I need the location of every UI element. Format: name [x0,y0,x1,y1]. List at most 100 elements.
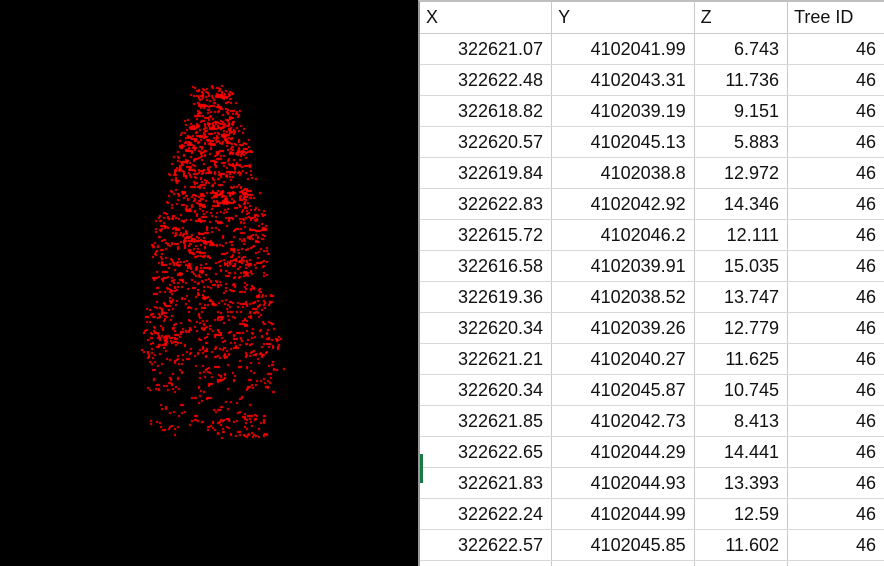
cell-x[interactable]: 322622.57 [420,529,553,561]
cell-x[interactable]: 322621.83 [420,467,553,499]
table-row[interactable]: 322615.72 4102046.2 12.111 46 [420,219,884,251]
cell-treeid[interactable]: 46 [787,157,884,189]
cell-z[interactable]: 9.151 [694,95,789,127]
cell-y[interactable]: 4102044.99 [551,498,695,530]
cell-x[interactable]: 322620.34 [420,374,553,406]
cell-z[interactable]: 11.625 [694,343,789,375]
table-row[interactable]: 322622.57 4102045.85 11.602 46 [420,529,884,561]
cell-x[interactable]: 322621.07 [420,33,553,65]
cell-x[interactable]: 322622.83 [420,188,553,220]
table-row[interactable]: 322621.85 4102042.73 8.413 46 [420,405,884,437]
cell-z[interactable]: 12.59 [694,498,789,530]
cell-treeid[interactable]: 46 [787,188,884,220]
cell-x[interactable]: 322616.58 [420,250,553,282]
cell-z[interactable]: 12.972 [694,157,789,189]
attribute-table[interactable]: X Y Z Tree ID 322621.07 4102041.99 6.743 46… [420,2,884,566]
cell-z[interactable]: 10.745 [694,374,789,406]
cell-y[interactable]: 4102042.92 [551,188,695,220]
cell-y[interactable]: 4102045.13 [551,126,695,158]
cell-y[interactable]: 4102040.06 [551,560,695,566]
cell-y[interactable]: 4102041.99 [551,33,695,65]
cell-y[interactable]: 4102042.73 [551,405,695,437]
cell-y[interactable]: 4102044.29 [551,436,695,468]
cell-treeid[interactable]: 46 [787,126,884,158]
row-selection-indicator [420,454,423,483]
cell-y[interactable]: 4102040.27 [551,343,695,375]
cell-x[interactable]: 322618.82 [420,95,553,127]
cell-z[interactable]: 13.747 [694,281,789,313]
cell-y[interactable]: 4102039.91 [551,250,695,282]
column-header-x[interactable]: X [420,2,553,34]
table-row[interactable]: 322619.36 4102038.52 13.747 46 [420,281,884,313]
cell-z[interactable]: 14.346 [694,188,789,220]
cell-treeid[interactable]: 46 [787,498,884,530]
cell-treeid[interactable]: 46 [787,529,884,561]
cell-y[interactable]: 4102046.2 [551,219,695,251]
cell-x[interactable]: 322622.65 [420,436,553,468]
cell-x[interactable]: 322621.85 [420,405,553,437]
point-cloud-canvas[interactable] [0,0,418,566]
cell-treeid[interactable]: 46 [787,374,884,406]
cell-y[interactable]: 4102039.19 [551,95,695,127]
cell-treeid[interactable]: 46 [787,33,884,65]
table-row[interactable]: 322619.84 4102038.8 12.972 46 [420,157,884,189]
cell-x[interactable]: 322621.21 [420,343,553,375]
cell-y[interactable]: 4102043.31 [551,64,695,96]
table-row[interactable]: 322618.82 4102039.19 9.151 46 [420,95,884,127]
column-header-z[interactable]: Z [694,2,789,34]
cell-x[interactable]: 322620.57 [420,126,553,158]
table-row[interactable]: 322622.48 4102043.31 11.736 46 [420,64,884,96]
cell-z[interactable]: 15.539 [694,560,789,566]
cell-y[interactable]: 4102039.26 [551,312,695,344]
cell-treeid[interactable]: 46 [787,436,884,468]
cell-treeid[interactable]: 46 [787,312,884,344]
table-row[interactable]: 322622.83 4102042.92 14.346 46 [420,188,884,220]
cell-x[interactable]: 322620.34 [420,312,553,344]
cell-z[interactable]: 12.111 [694,219,789,251]
cell-z[interactable]: 6.743 [694,33,789,65]
cell-z[interactable]: 13.393 [694,467,789,499]
point-cloud-viewer[interactable] [0,0,418,566]
cell-treeid[interactable]: 46 [787,560,884,566]
cell-z[interactable]: 5.883 [694,126,789,158]
table-row[interactable]: 322616.58 4102039.91 15.035 46 [420,250,884,282]
cell-treeid[interactable]: 46 [787,64,884,96]
cell-z[interactable]: 11.736 [694,64,789,96]
cell-x[interactable]: 322622.48 [420,64,553,96]
table-row[interactable]: 322620.34 4102039.26 12.779 46 [420,312,884,344]
cell-z[interactable]: 15.035 [694,250,789,282]
table-row[interactable]: 322616.234102040.0615.53946 [420,560,884,566]
cell-x[interactable]: 322619.36 [420,281,553,313]
cell-x[interactable]: 322619.84 [420,157,553,189]
cell-treeid[interactable]: 46 [787,219,884,251]
column-header-treeid[interactable]: Tree ID [787,2,884,34]
cell-y[interactable]: 4102038.52 [551,281,695,313]
table-row[interactable]: 322620.57 4102045.13 5.883 46 [420,126,884,158]
table-row[interactable]: 322621.83 4102044.93 13.393 46 [420,467,884,499]
cell-treeid[interactable]: 46 [787,250,884,282]
cell-y[interactable]: 4102038.8 [551,157,695,189]
cell-treeid[interactable]: 46 [787,343,884,375]
table-header-row: X Y Z Tree ID [420,2,884,34]
attribute-table-panel[interactable]: X Y Z Tree ID 322621.07 4102041.99 6.743 46… [418,0,884,566]
cell-treeid[interactable]: 46 [787,467,884,499]
cell-z[interactable]: 14.441 [694,436,789,468]
cell-y[interactable]: 4102045.85 [551,529,695,561]
cell-z[interactable]: 8.413 [694,405,789,437]
table-row[interactable]: 322622.65 4102044.29 14.441 46 [420,436,884,468]
cell-x[interactable]: 322615.72 [420,219,553,251]
table-row[interactable]: 322621.21 4102040.27 11.625 46 [420,343,884,375]
cell-treeid[interactable]: 46 [787,281,884,313]
cell-treeid[interactable]: 46 [787,405,884,437]
table-row[interactable]: 322622.24 4102044.99 12.59 46 [420,498,884,530]
cell-z[interactable]: 12.779 [694,312,789,344]
cell-y[interactable]: 4102045.87 [551,374,695,406]
cell-treeid[interactable]: 46 [787,95,884,127]
column-header-y[interactable]: Y [551,2,695,34]
cell-x[interactable]: 322622.24 [420,498,553,530]
cell-y[interactable]: 4102044.93 [551,467,695,499]
cell-x[interactable]: 322616.23 [420,560,553,566]
table-row[interactable]: 322620.34 4102045.87 10.745 46 [420,374,884,406]
table-row[interactable]: 322621.07 4102041.99 6.743 46 [420,33,884,65]
cell-z[interactable]: 11.602 [694,529,789,561]
